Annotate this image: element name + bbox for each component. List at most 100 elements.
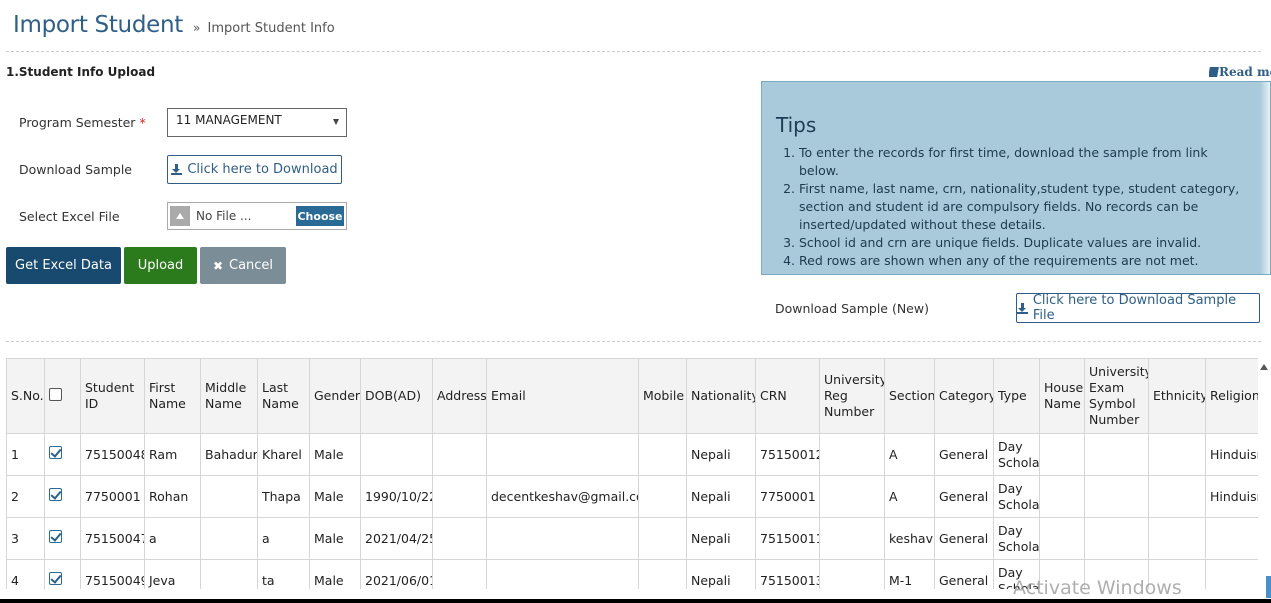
program-semester-label-text: Program Semester [19,115,136,130]
table-cell [200,475,258,518]
table-cell: Nepali [686,475,756,518]
table-cell: General [934,559,994,589]
download-sample-label: Download Sample [19,162,132,177]
program-semester-select[interactable]: 11 MANAGEMENT [167,108,347,137]
download-icon [1017,302,1028,314]
row-checkbox[interactable] [49,572,62,585]
divider [6,51,1261,52]
get-excel-data-button[interactable]: Get Excel Data [6,247,121,284]
table-row[interactable]: 2 7750001 Rohan Thapa Male 1990/10/22 decentke… [6,475,1258,518]
table-cell [819,559,885,589]
table-cell: 2021/06/01 [360,559,433,589]
cancel-button[interactable]: ✖ Cancel [200,247,286,284]
column-header: University Reg Number [819,358,885,434]
table-cell [638,475,687,518]
table-cell [638,433,687,476]
column-header: CRN [755,358,820,434]
divider [6,341,1261,342]
table-row[interactable]: 1 75150048 Ram Bahadur Kharel Male Nepali 75150… [6,433,1258,476]
column-header: Middle Name [200,358,258,434]
student-table-container[interactable]: S.No. Student ID First Name Middle Name Last… [6,358,1258,589]
table-cell [819,517,885,560]
excel-file-input[interactable]: No File ... Choose [167,202,347,230]
table-cell: Hinduism [1205,475,1258,518]
program-semester-label: Program Semester * [19,115,146,130]
column-header: Gender [309,358,361,434]
column-header: University Exam Symbol Number [1084,358,1149,434]
table-cell: Ram [144,433,201,476]
table-cell: Bahadur [200,433,258,476]
column-header: Ethnicity [1148,358,1206,434]
table-cell: 3 [6,517,45,560]
table-cell: keshav [884,517,935,560]
table-cell [486,559,639,589]
scroll-up-icon[interactable] [1260,364,1268,370]
row-checkbox[interactable] [49,488,62,501]
row-select-cell [44,559,81,589]
download-sample-file-button-label: Click here to Download Sample File [1032,293,1237,323]
table-cell [1205,559,1258,589]
table-cell [432,559,487,589]
table-cell: Male [309,433,361,476]
table-cell [486,517,639,560]
select-all-checkbox[interactable] [49,387,62,401]
table-cell: M-1 [884,559,935,589]
choose-file-button[interactable]: Choose [296,206,344,226]
table-cell: A [884,433,935,476]
table-cell: Day Scholar [993,517,1040,560]
table-cell: Day Scholar [993,475,1040,518]
table-cell [1039,517,1085,560]
table-row[interactable]: 3 75150047 a a Male 2021/04/25 Nepali 75150011 k… [6,517,1258,560]
tips-panel: Tips To enter the records for first time… [761,81,1271,275]
column-header: Email [486,358,639,434]
download-icon [171,164,183,175]
row-select-cell [44,517,81,560]
column-header: Category [934,358,994,434]
scrollbar-thumb[interactable] [1266,576,1271,598]
download-sample-file-button[interactable]: Click here to Download Sample File [1016,293,1260,323]
table-cell [1148,475,1206,518]
cancel-button-label: Cancel [229,258,274,273]
section-title: 1.Student Info Upload [6,65,156,79]
table-cell [1205,517,1258,560]
read-more-label: Read more [1219,65,1271,79]
download-sample-button[interactable]: Click here to Download [167,155,342,184]
tips-list: To enter the records for first time, dow… [799,144,1249,270]
table-cell [1148,433,1206,476]
taskbar-edge [0,599,1271,603]
table-cell [1084,475,1149,518]
table-cell: a [257,517,310,560]
table-cell: 75150013 [755,559,820,589]
read-more-link[interactable]: Read more [1209,65,1271,79]
table-cell: ta [257,559,310,589]
table-cell: Nepali [686,433,756,476]
table-cell [432,433,487,476]
table-cell: Jeva [144,559,201,589]
table-cell [819,475,885,518]
table-body: 1 75150048 Ram Bahadur Kharel Male Nepali 75150… [6,433,1258,589]
column-header: First Name [144,358,201,434]
row-checkbox[interactable] [49,530,62,543]
tip-item: First name, last name, crn, nationality,… [799,180,1249,234]
program-semester-value: 11 MANAGEMENT [176,113,282,127]
column-header: Nationality [686,358,756,434]
table-cell [1084,517,1149,560]
upload-icon [170,206,190,226]
table-cell: Rohan [144,475,201,518]
upload-button[interactable]: Upload [124,247,197,284]
table-cell [638,517,687,560]
table-cell: 1990/10/22 [360,475,433,518]
scrollbar[interactable] [1258,358,1271,603]
table-cell [819,433,885,476]
column-header: DOB(AD) [360,358,433,434]
table-cell: 7750001 [80,475,145,518]
table-cell: Nepali [686,517,756,560]
breadcrumb-item[interactable]: Import Student Info [207,21,334,36]
row-checkbox[interactable] [49,446,62,459]
table-cell [432,517,487,560]
breadcrumb: » Import Student Info [193,21,335,36]
table-cell [1039,475,1085,518]
table-cell: General [934,517,994,560]
select-excel-label: Select Excel File [19,209,120,224]
table-cell [486,433,639,476]
